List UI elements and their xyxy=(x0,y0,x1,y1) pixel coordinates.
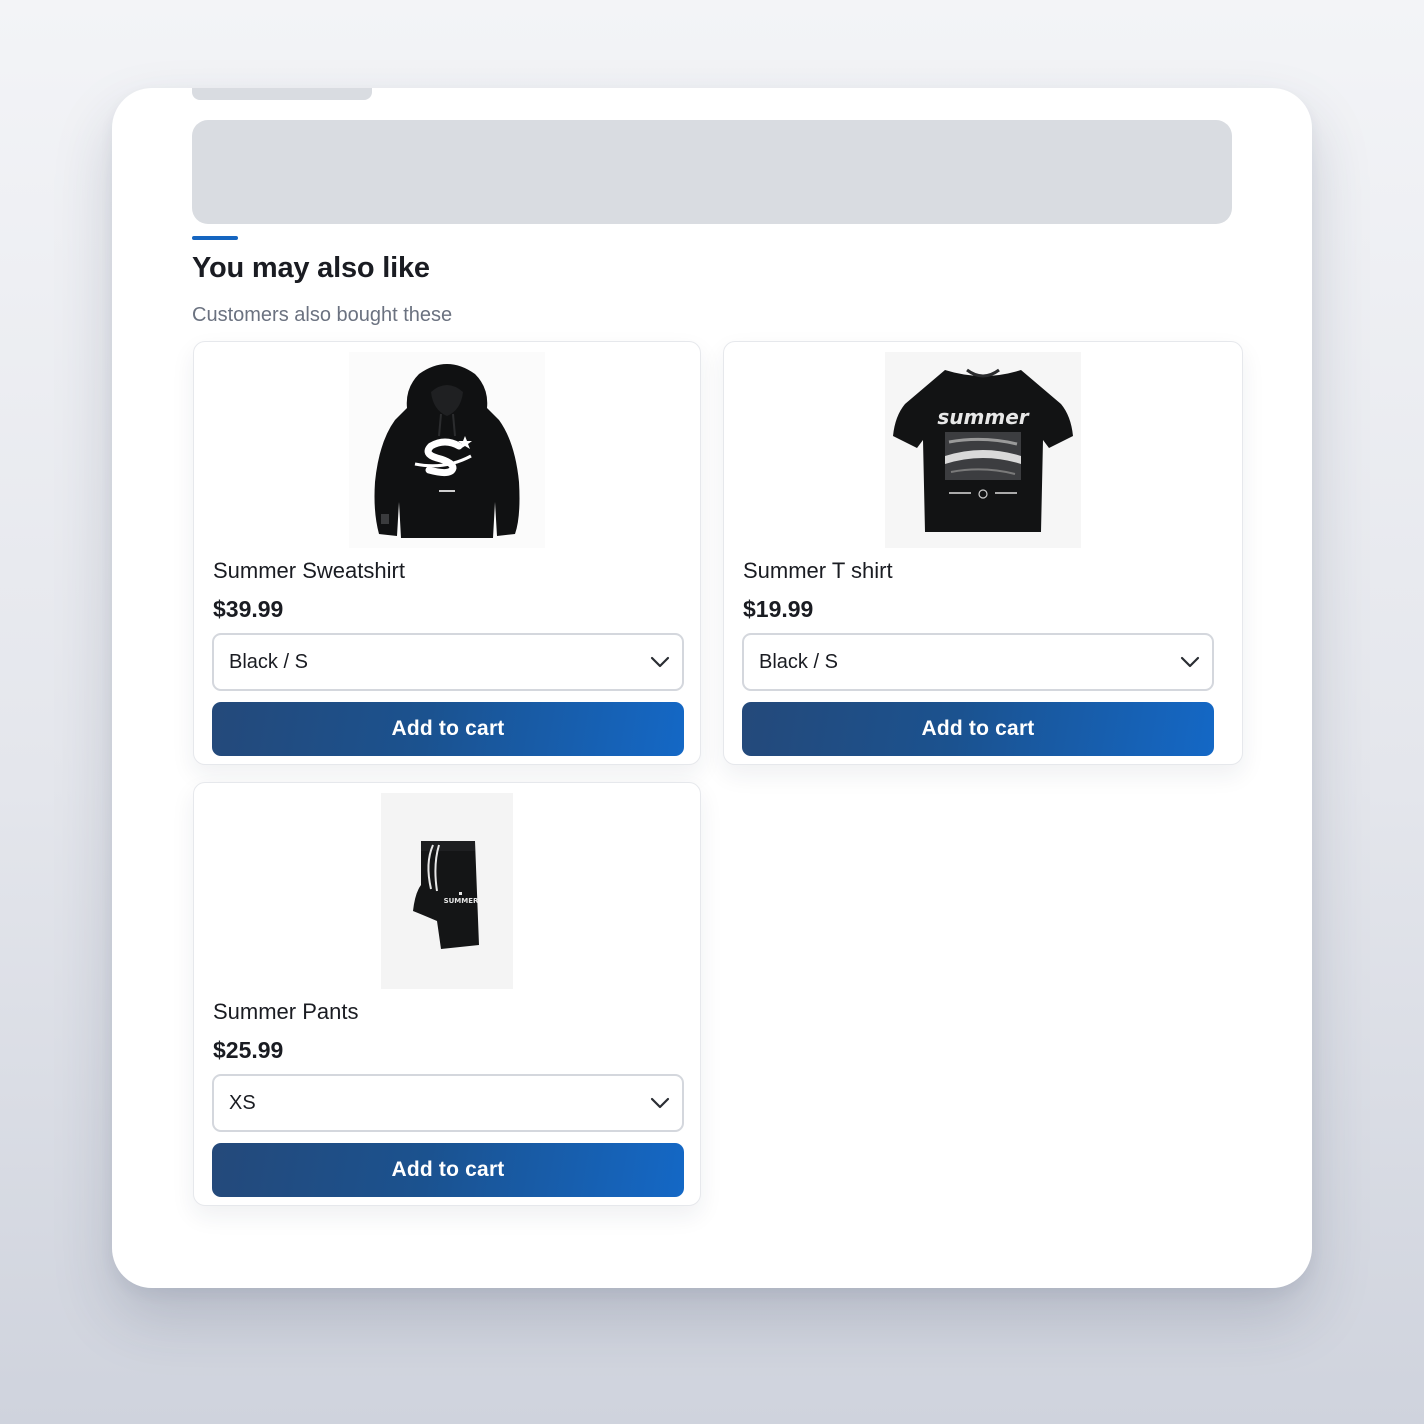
product-card-pants: SUMMER Summer Pants $25.99 XS Add to car… xyxy=(193,782,701,1206)
variant-selected-value: Black / S xyxy=(759,651,838,673)
variant-select[interactable]: XS xyxy=(212,1074,684,1132)
product-card-tshirt: summer Summer T shirt $19.99 Black / S A… xyxy=(723,341,1243,765)
product-recommendations-panel: You may also like Customers also bought … xyxy=(112,88,1312,1288)
skeleton-placeholder-banner xyxy=(192,120,1232,224)
product-name: Summer Sweatshirt xyxy=(213,558,405,583)
tshirt-illustration: summer xyxy=(885,352,1081,548)
section-title: You may also like xyxy=(192,252,430,284)
svg-text:summer: summer xyxy=(937,405,1029,429)
section-accent-bar xyxy=(192,236,238,240)
section-subtitle: Customers also bought these xyxy=(192,304,453,326)
chevron-down-icon xyxy=(650,1097,670,1109)
product-name: Summer Pants xyxy=(213,999,359,1024)
product-card-sweatshirt: Summer Sweatshirt $39.99 Black / S Add t… xyxy=(193,341,701,765)
variant-select[interactable]: Black / S xyxy=(742,633,1214,691)
hoodie-illustration xyxy=(349,352,545,548)
add-to-cart-button[interactable]: Add to cart xyxy=(742,702,1214,756)
product-image-tshirt[interactable]: summer xyxy=(885,352,1081,548)
variant-selected-value: XS xyxy=(229,1092,256,1114)
variant-select[interactable]: Black / S xyxy=(212,633,684,691)
product-price: $39.99 xyxy=(213,596,284,622)
svg-text:SUMMER: SUMMER xyxy=(444,897,479,905)
variant-selected-value: Black / S xyxy=(229,651,308,673)
add-to-cart-button[interactable]: Add to cart xyxy=(212,702,684,756)
product-image-hoodie[interactable] xyxy=(349,352,545,548)
product-name: Summer T shirt xyxy=(743,558,893,583)
product-price: $19.99 xyxy=(743,596,814,622)
add-to-cart-button[interactable]: Add to cart xyxy=(212,1143,684,1197)
chevron-down-icon xyxy=(650,656,670,668)
skeleton-placeholder-tab xyxy=(192,88,372,100)
chevron-down-icon xyxy=(1180,656,1200,668)
product-price: $25.99 xyxy=(213,1037,284,1063)
product-image-shorts[interactable]: SUMMER xyxy=(381,793,513,989)
shorts-illustration: SUMMER xyxy=(381,793,513,989)
